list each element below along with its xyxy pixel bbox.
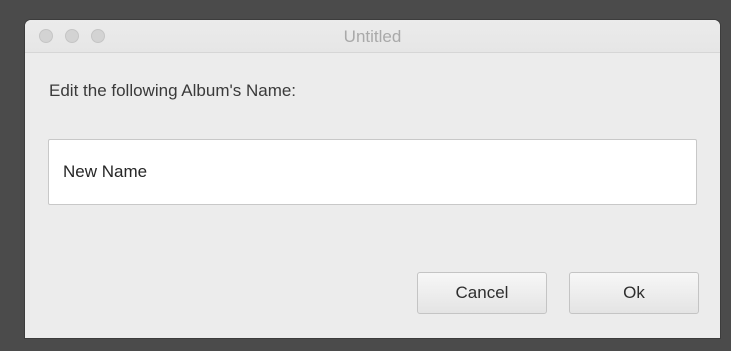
edit-prompt-label: Edit the following Album's Name: (49, 81, 297, 100)
title-bar[interactable]: Untitled (25, 20, 720, 53)
desktop-background: Untitled Edit the following Album's Name… (0, 0, 731, 351)
window-title: Untitled (343, 27, 402, 46)
ok-button[interactable]: Ok (569, 272, 699, 314)
rename-album-dialog: Untitled Edit the following Album's Name… (25, 20, 720, 338)
album-name-input[interactable] (48, 139, 697, 205)
cancel-button[interactable]: Cancel (417, 272, 547, 314)
